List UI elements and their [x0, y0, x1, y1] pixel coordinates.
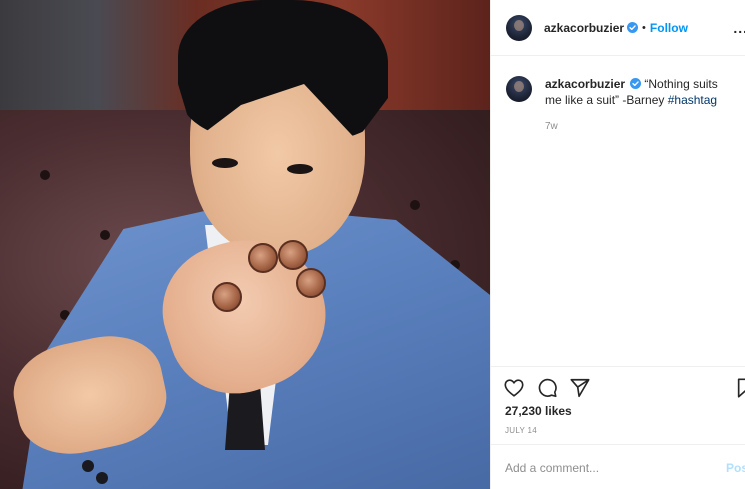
verified-badge-icon	[630, 78, 642, 89]
photo-coin	[248, 243, 278, 273]
heart-icon[interactable]	[503, 377, 525, 399]
separator-dot: •	[642, 21, 646, 34]
bookmark-icon[interactable]	[735, 377, 745, 399]
photo-coin	[296, 268, 326, 298]
caption-hashtag[interactable]: #hashtag	[668, 93, 717, 107]
post-caption: azkacorbuzier “Nothing suits me like a s…	[506, 76, 745, 135]
photo-cuff-button	[96, 472, 108, 484]
comment-icon[interactable]	[536, 377, 558, 399]
post-header: azkacorbuzier • Follow ...	[491, 0, 745, 56]
photo-left-eye	[212, 158, 238, 168]
caption-age[interactable]: 7w	[545, 119, 735, 135]
follow-button[interactable]: Follow	[650, 21, 688, 35]
photo-cuff-button	[82, 460, 94, 472]
comment-input[interactable]	[505, 459, 705, 477]
post-comment-button[interactable]: Pos	[726, 461, 745, 475]
comment-box: Pos	[491, 444, 745, 489]
photo-right-eye	[287, 164, 313, 174]
likes-count[interactable]: 27,230 likes	[505, 404, 572, 418]
more-options-icon[interactable]: ...	[733, 20, 745, 36]
verified-badge-icon	[627, 22, 639, 33]
post-side-panel: azkacorbuzier • Follow ... azkacorbuzier…	[490, 0, 745, 489]
post-photo[interactable]	[0, 0, 490, 489]
caption-avatar[interactable]	[506, 76, 532, 102]
share-icon[interactable]	[569, 377, 591, 399]
caption-body: azkacorbuzier “Nothing suits me like a s…	[545, 76, 735, 135]
photo-coin	[212, 282, 242, 312]
post-date[interactable]: JULY 14	[505, 426, 537, 435]
caption-username[interactable]: azkacorbuzier	[545, 77, 625, 91]
photo-coin	[278, 240, 308, 270]
profile-avatar[interactable]	[506, 14, 532, 41]
author-username[interactable]: azkacorbuzier	[544, 21, 624, 35]
